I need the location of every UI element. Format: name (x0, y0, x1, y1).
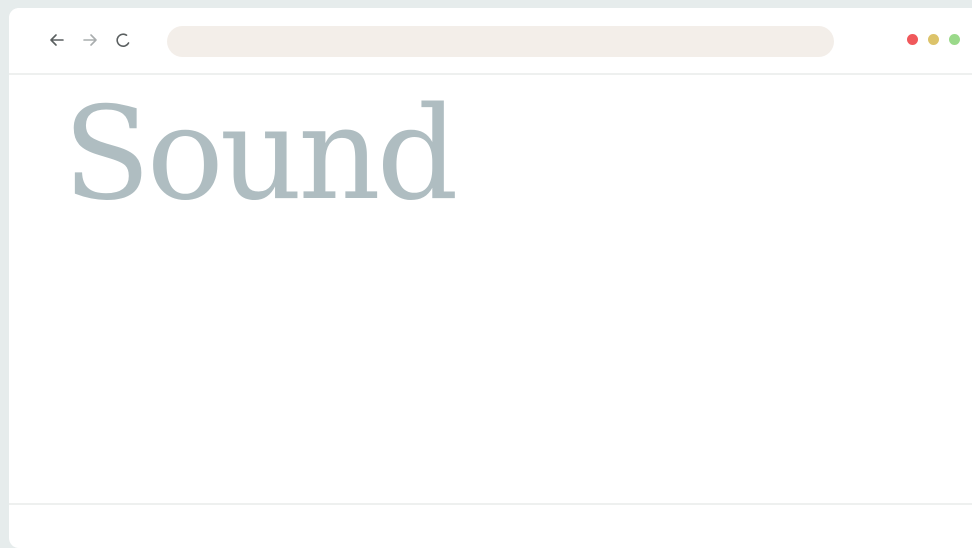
window-controls (907, 34, 960, 46)
minimize-dot[interactable] (928, 34, 939, 45)
footer-divider (9, 503, 972, 505)
browser-toolbar (9, 8, 972, 75)
page-headline: Sound (63, 80, 459, 229)
address-bar[interactable] (167, 26, 834, 57)
back-arrow-icon (50, 34, 64, 46)
reload-button[interactable] (113, 30, 133, 50)
forward-arrow-icon (83, 34, 97, 46)
maximize-dot[interactable] (949, 34, 960, 45)
close-dot[interactable] (907, 34, 918, 45)
browser-window: Sound (9, 8, 972, 548)
back-button[interactable] (47, 30, 67, 50)
reload-icon (116, 33, 130, 47)
page-content: Sound (9, 75, 972, 503)
forward-button[interactable] (80, 30, 100, 50)
